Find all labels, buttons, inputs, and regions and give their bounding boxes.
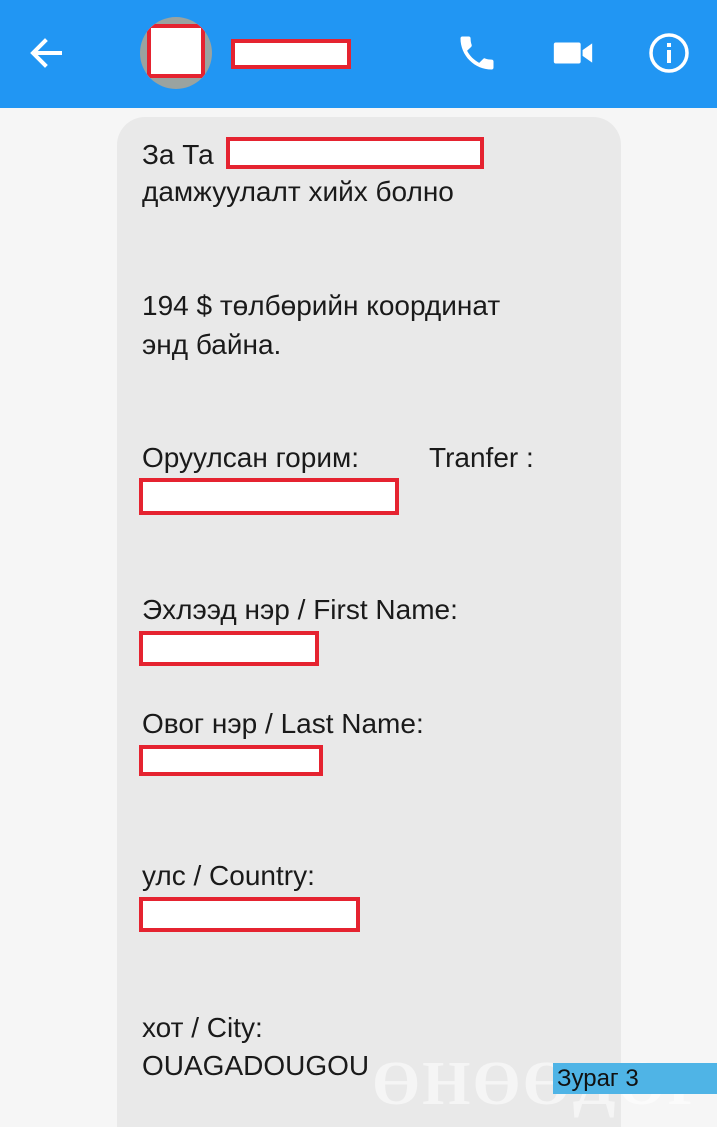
video-camera-icon [553, 42, 593, 64]
message-line-greeting: За Та [142, 139, 214, 170]
redacted-mode [139, 478, 399, 515]
first-name-label: Эхлээд нэр / First Name: [142, 594, 458, 625]
city-label: хот / City: [142, 1012, 263, 1043]
last-name-label: Овог нэр / Last Name: [142, 708, 424, 739]
info-icon [649, 33, 689, 73]
country-label: улс / Country: [142, 860, 315, 891]
mode-label: Оруулсан горим: [142, 442, 359, 473]
avatar[interactable] [140, 17, 212, 89]
phone-icon [460, 36, 494, 70]
avatar-redaction [147, 24, 205, 78]
video-call-button[interactable] [548, 28, 598, 78]
redacted-recipient [226, 137, 484, 169]
message-line-transfer: дамжуулалт хийх болно [142, 176, 454, 207]
redacted-last-name [139, 745, 323, 776]
mode-value: Tranfer : [429, 442, 534, 473]
figure-caption: Зураг 3 [553, 1063, 717, 1094]
arrow-left-icon [30, 38, 62, 68]
city-value: OUAGADOUGOU [142, 1050, 370, 1081]
info-button[interactable] [644, 28, 694, 78]
contact-name-redaction[interactable] [231, 39, 351, 69]
call-button[interactable] [452, 28, 502, 78]
redacted-country [139, 897, 360, 932]
back-button[interactable] [22, 30, 70, 76]
message-line-amount: 194 $ төлбөрийн координат [142, 290, 501, 321]
message-line-here: энд байна. [142, 329, 282, 360]
chat-header [0, 0, 717, 108]
redacted-first-name [139, 631, 319, 666]
